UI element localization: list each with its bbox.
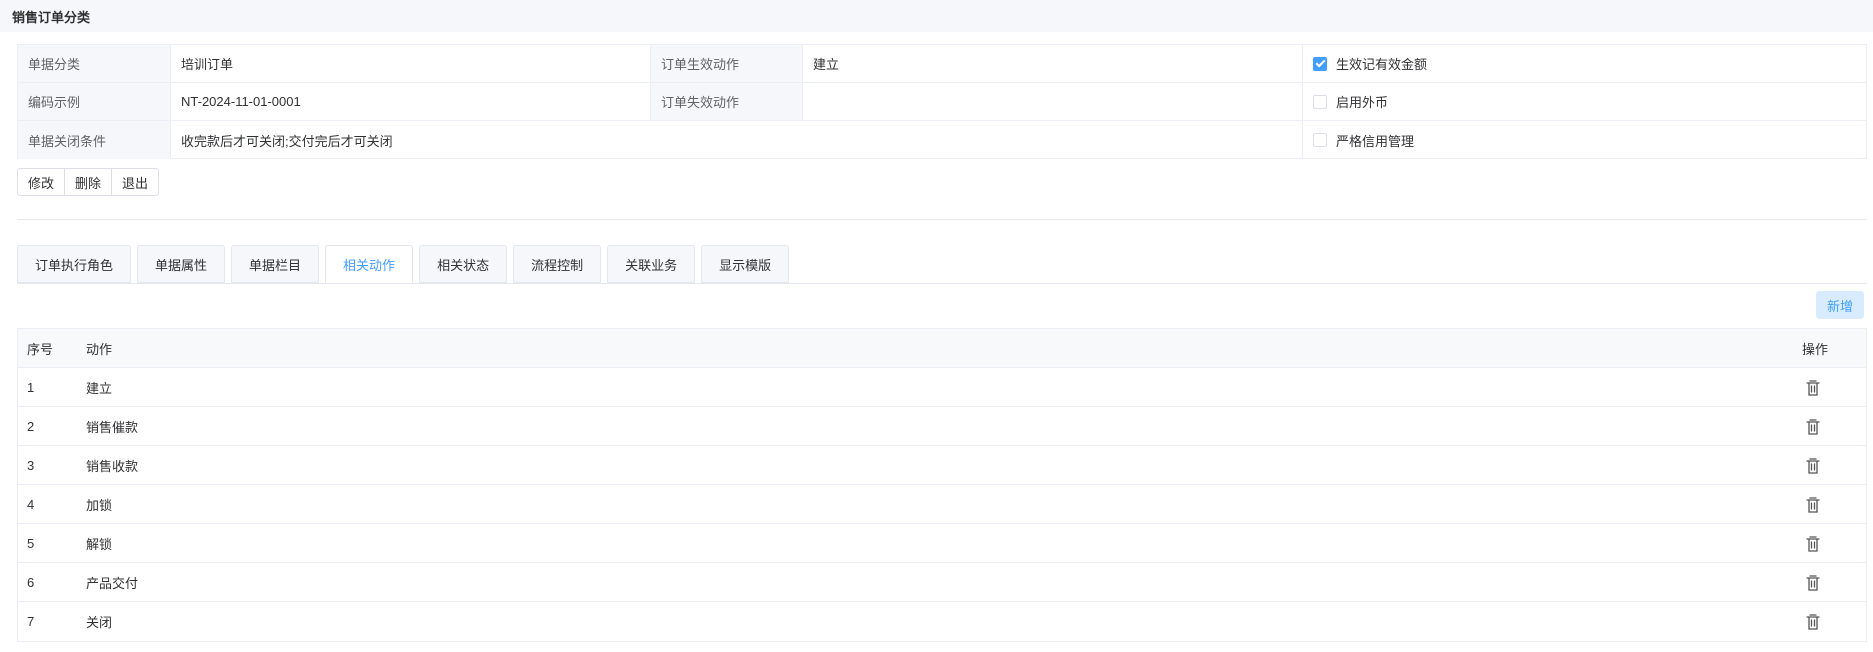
info-label: 单据分类 [18,45,170,82]
info-row: 单据关闭条件 收完款后才可关闭;交付完后才可关闭 严格信用管理 [18,121,1866,159]
actions-table: 序号 动作 操作 1 建立 2 销售催款 3 销售收款 4 加锁 5 解锁 6 … [17,328,1867,642]
row-action: 建立 [86,380,113,396]
checkbox-label: 生效记有效金额 [1336,57,1428,72]
checkbox-box[interactable] [1313,94,1327,109]
trash-icon[interactable] [1805,496,1821,514]
table-row: 4 加锁 [18,485,1866,524]
tabs-underline [17,283,1867,284]
checkbox-label: 严格信用管理 [1336,133,1415,149]
header-ops: 操作 [1802,341,1829,357]
tab-display-template[interactable]: 显示模版 [701,245,790,283]
trash-icon[interactable] [1805,535,1821,553]
info-value: 培训订单 [170,45,650,82]
tab-linked-business[interactable]: 关联业务 [607,245,696,283]
action-button-group: 修改 删除 退出 [17,168,160,196]
row-index: 7 [27,614,35,629]
tab-execution-roles[interactable]: 订单执行角色 [17,245,132,283]
tab-related-actions[interactable]: 相关动作 [325,245,414,283]
trash-icon[interactable] [1805,574,1821,592]
trash-icon[interactable] [1805,418,1821,436]
page-title: 销售订单分类 [12,10,91,25]
row-index: 2 [27,418,35,434]
tab-document-columns[interactable]: 单据栏目 [231,245,320,283]
row-action: 关闭 [86,615,113,630]
divider [17,219,1867,220]
row-index: 1 [27,379,35,395]
info-value: 收完款后才可关闭;交付完后才可关闭 [170,121,1302,159]
tab-related-status[interactable]: 相关状态 [419,245,508,283]
header-index: 序号 [27,341,54,357]
header-action: 动作 [86,341,113,357]
info-label: 单据关闭条件 [18,121,170,159]
tab-process-control[interactable]: 流程控制 [513,245,602,283]
row-action: 销售收款 [86,458,139,474]
check-icon[interactable] [1313,56,1327,71]
order-info-table: 单据分类 培训订单 订单生效动作 建立 生效记有效金额 编码示例 NT-2024… [17,44,1867,159]
row-action: 加锁 [86,497,113,513]
tab-bar: 订单执行角色 单据属性 单据栏目 相关动作 相关状态 流程控制 关联业务 显示模… [17,245,795,285]
row-index: 5 [27,535,35,551]
trash-icon[interactable] [1805,613,1821,631]
tab-document-attributes[interactable]: 单据属性 [137,245,226,283]
row-index: 4 [27,496,35,512]
checkbox-foreign-currency[interactable]: 启用外币 [1302,83,1866,120]
row-index: 3 [27,457,35,473]
page-header: 销售订单分类 [0,0,1873,32]
checkbox-box[interactable] [1313,133,1327,147]
info-value: 建立 [802,45,1302,82]
table-row: 3 销售收款 [18,446,1866,485]
row-action: 解锁 [86,536,113,552]
delete-button[interactable]: 删除 [64,168,113,196]
exit-button[interactable]: 退出 [111,168,160,196]
info-value [802,83,1302,120]
info-row: 编码示例 NT-2024-11-01-0001 订单失效动作 启用外币 [18,83,1866,121]
table-row: 2 销售催款 [18,407,1866,446]
info-value: NT-2024-11-01-0001 [170,83,650,120]
info-label: 订单失效动作 [650,83,802,120]
table-row: 6 产品交付 [18,563,1866,602]
info-label: 编码示例 [18,83,170,120]
info-label: 订单生效动作 [650,45,802,82]
trash-icon[interactable] [1805,379,1821,397]
edit-button[interactable]: 修改 [17,168,66,196]
table-row: 7 关闭 [18,602,1866,641]
table-row: 1 建立 [18,368,1866,407]
table-header: 序号 动作 操作 [18,329,1866,368]
row-index: 6 [27,574,35,590]
checkbox-strict-credit[interactable]: 严格信用管理 [1302,121,1866,159]
checkbox-effective-amount[interactable]: 生效记有效金额 [1302,45,1866,82]
row-action: 销售催款 [86,419,139,435]
table-row: 5 解锁 [18,524,1866,563]
add-button[interactable]: 新增 [1816,291,1864,319]
checkbox-label: 启用外币 [1336,95,1389,110]
info-row: 单据分类 培训订单 订单生效动作 建立 生效记有效金额 [18,45,1866,83]
trash-icon[interactable] [1805,457,1821,475]
row-action: 产品交付 [86,575,139,591]
